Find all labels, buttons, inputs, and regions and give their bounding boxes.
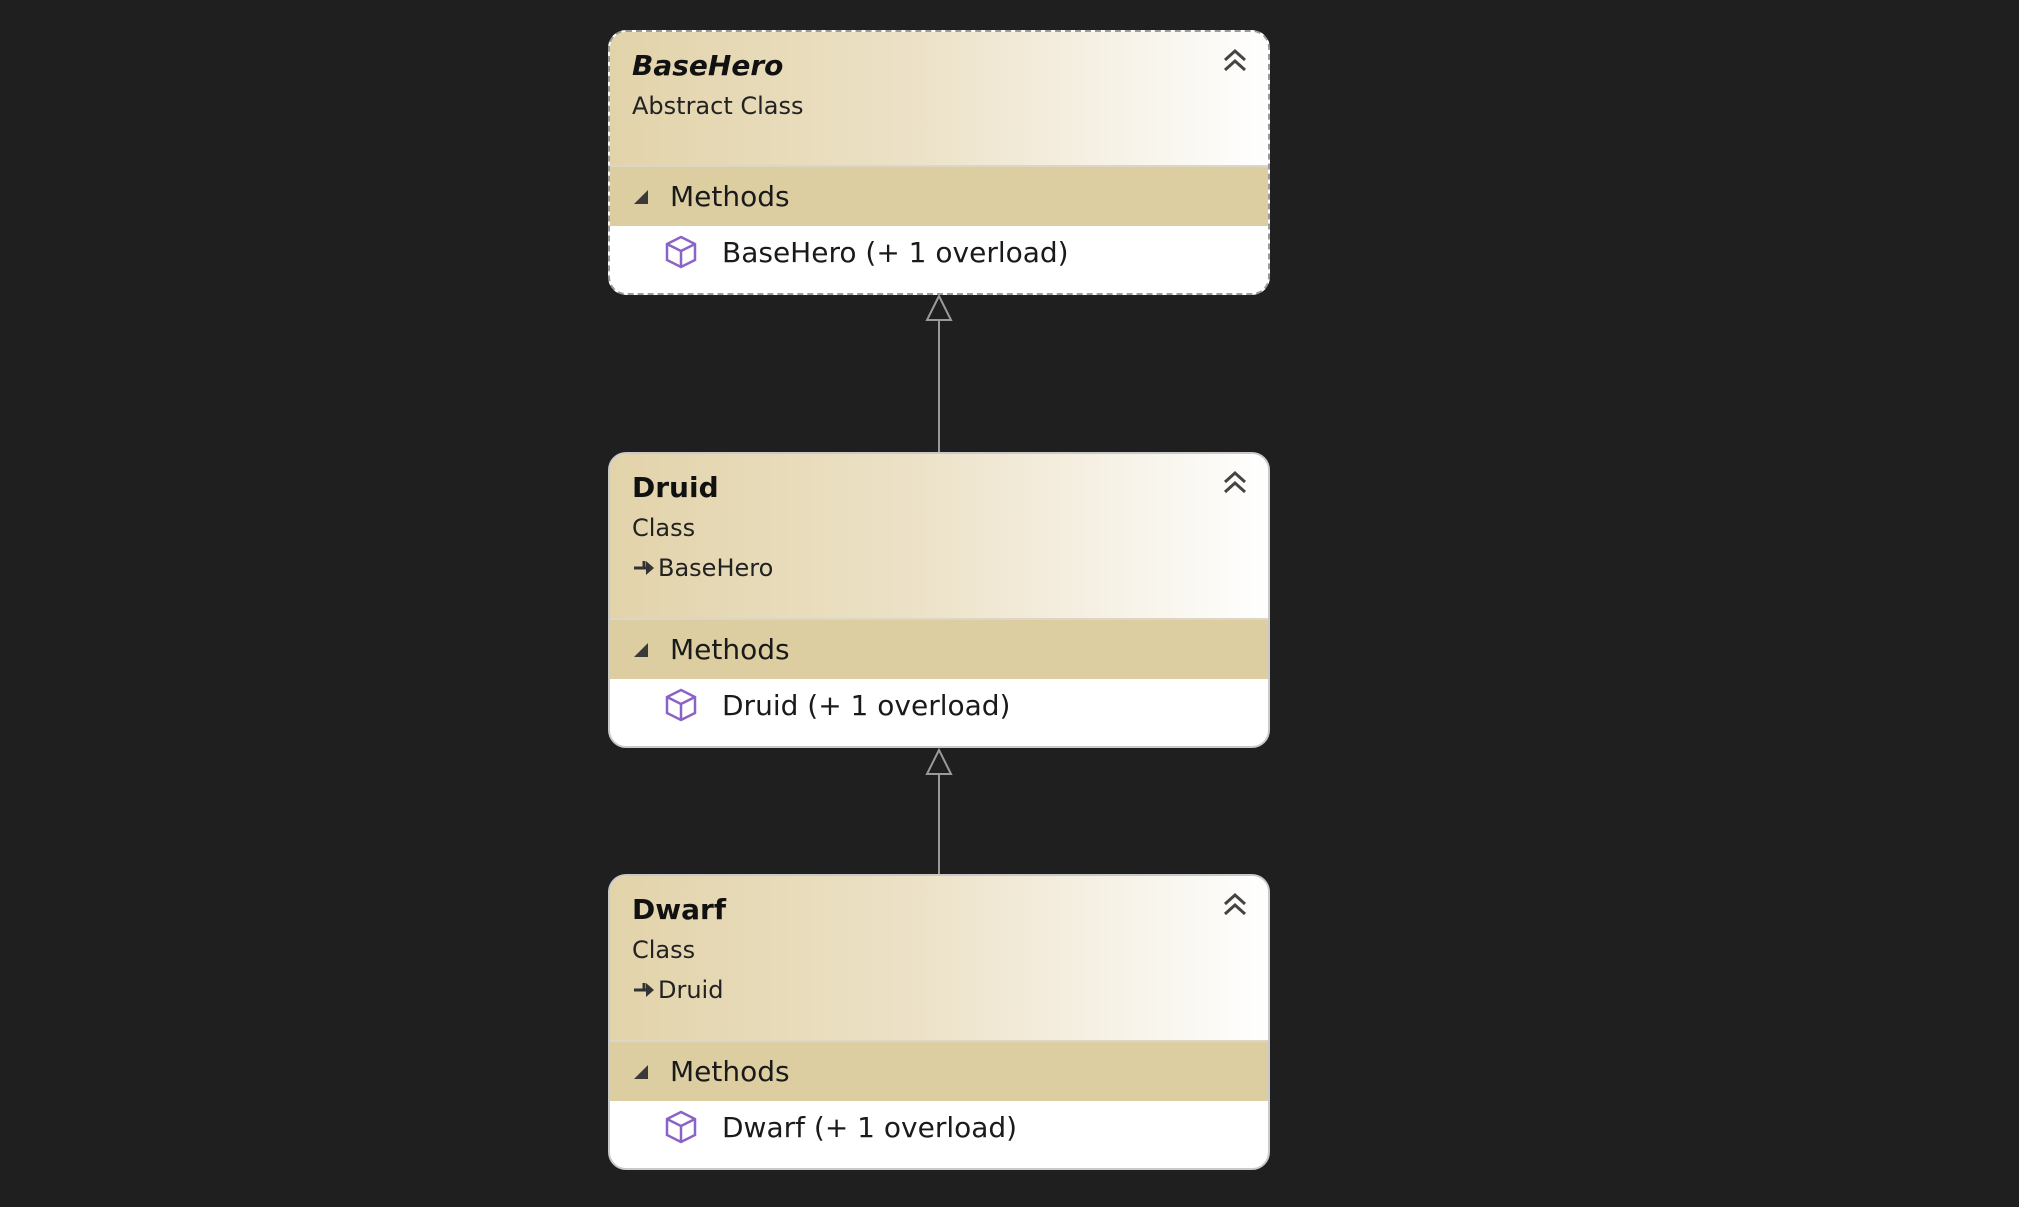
class-kind: Class — [632, 936, 696, 964]
inheritance-line-druid-to-basehero — [925, 293, 953, 452]
section-label: Methods — [670, 633, 790, 666]
methods-section-toggle[interactable]: Methods — [610, 1042, 1268, 1101]
class-name: BaseHero — [632, 49, 784, 82]
class-kind: Class — [632, 514, 696, 542]
methods-section-toggle[interactable]: Methods — [610, 167, 1268, 226]
method-label: BaseHero (+ 1 overload) — [722, 235, 1069, 269]
class-name: Druid — [632, 471, 719, 504]
inheritance-line-dwarf-to-druid — [925, 747, 953, 874]
class-box-dwarf[interactable]: Dwarf Class Druid Methods Dwarf (+ 1 ove… — [608, 874, 1270, 1170]
collapse-chevron-up-icon[interactable] — [1218, 466, 1252, 500]
class-header: Dwarf Class Druid — [610, 876, 1268, 1042]
inheritance-arrow-icon — [634, 983, 654, 997]
method-row[interactable]: Dwarf (+ 1 overload) — [610, 1101, 1268, 1153]
expand-triangle-icon — [634, 189, 648, 204]
base-class-name: BaseHero — [658, 554, 774, 582]
base-class-row: Druid — [632, 970, 1246, 1010]
class-diagram-canvas: BaseHero Abstract Class Methods BaseHero… — [0, 0, 2019, 1207]
class-name: Dwarf — [632, 893, 726, 926]
method-label: Druid (+ 1 overload) — [722, 688, 1011, 722]
class-box-druid[interactable]: Druid Class BaseHero Methods Druid (+ 1 … — [608, 452, 1270, 748]
section-label: Methods — [670, 1055, 790, 1088]
expand-triangle-icon — [634, 642, 648, 657]
methods-section-toggle[interactable]: Methods — [610, 620, 1268, 679]
expand-triangle-icon — [634, 1064, 648, 1079]
base-class-row: BaseHero — [632, 548, 1246, 588]
method-label: Dwarf (+ 1 overload) — [722, 1110, 1018, 1144]
method-row[interactable]: Druid (+ 1 overload) — [610, 679, 1268, 731]
class-kind: Abstract Class — [632, 92, 804, 120]
inheritance-arrow-icon — [634, 561, 654, 575]
method-cube-icon — [665, 1110, 697, 1144]
section-label: Methods — [670, 180, 790, 213]
method-cube-icon — [665, 688, 697, 722]
method-cube-icon — [665, 235, 697, 269]
collapse-chevron-up-icon[interactable] — [1218, 888, 1252, 922]
inheritance-arrowhead-icon — [925, 293, 953, 321]
inheritance-arrowhead-icon — [925, 747, 953, 775]
base-class-name: Druid — [658, 976, 724, 1004]
class-header: BaseHero Abstract Class — [610, 32, 1268, 167]
class-header: Druid Class BaseHero — [610, 454, 1268, 620]
collapse-chevron-up-icon[interactable] — [1218, 44, 1252, 78]
class-box-basehero[interactable]: BaseHero Abstract Class Methods BaseHero… — [608, 30, 1270, 295]
method-row[interactable]: BaseHero (+ 1 overload) — [610, 226, 1268, 278]
